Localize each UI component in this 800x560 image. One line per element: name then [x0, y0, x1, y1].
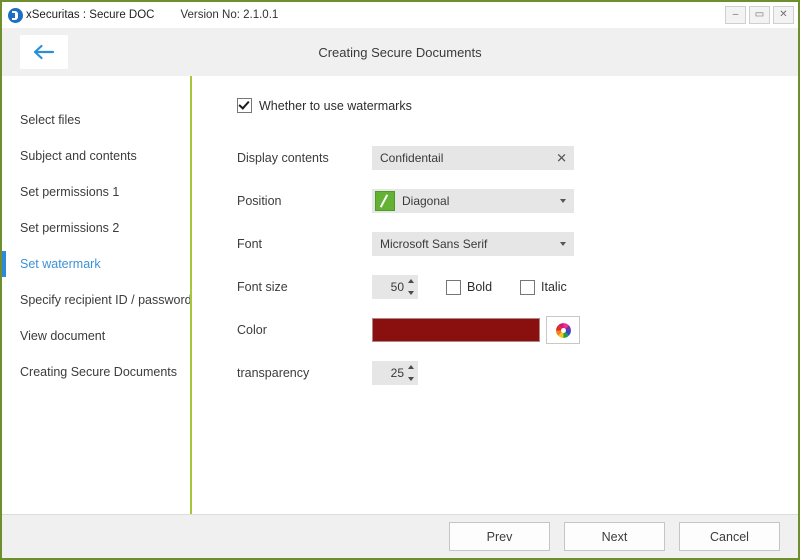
sidebar-item-subject-and-contents[interactable]: Subject and contents: [2, 138, 192, 174]
use-watermark-checkbox[interactable]: [237, 98, 252, 113]
stepper-up-icon[interactable]: [407, 365, 414, 369]
display-contents-row: Display contents Confidentail ✕: [237, 143, 798, 173]
sidebar-nav: Select files Subject and contents Set pe…: [2, 76, 192, 514]
position-control: Diagonal: [372, 189, 574, 213]
use-watermark-label: Whether to use watermarks: [259, 98, 412, 113]
page-header: Creating Secure Documents: [2, 28, 798, 76]
minimize-button[interactable]: –: [725, 6, 746, 24]
stepper-arrows[interactable]: [407, 365, 414, 381]
stepper-down-icon[interactable]: [407, 377, 414, 381]
app-version: Version No: 2.1.0.1: [180, 9, 279, 21]
sidebar-item-view-document[interactable]: View document: [2, 318, 192, 354]
diagonal-line-icon: [375, 191, 395, 211]
display-contents-input[interactable]: Confidentail ✕: [372, 146, 574, 170]
stepper-up-icon[interactable]: [407, 279, 414, 283]
next-button[interactable]: Next: [564, 522, 665, 551]
clear-icon[interactable]: ✕: [556, 152, 567, 165]
color-label: Color: [237, 323, 267, 337]
page-title: Creating Secure Documents: [318, 44, 482, 60]
content-panel: Whether to use watermarks Display conten…: [192, 76, 798, 514]
cancel-button[interactable]: Cancel: [679, 522, 780, 551]
main-body: Select files Subject and contents Set pe…: [2, 76, 798, 514]
font-label: Font: [237, 237, 263, 251]
window-controls: – ▭ ✕: [725, 6, 794, 24]
color-control: [372, 316, 580, 344]
watermark-form: Display contents Confidentail ✕ Position: [237, 143, 798, 388]
transparency-label: transparency: [237, 366, 310, 380]
display-contents-control: Confidentail ✕: [372, 146, 574, 170]
font-size-value: 50: [390, 280, 404, 294]
font-control: Microsoft Sans Serif: [372, 232, 574, 256]
position-dropdown[interactable]: Diagonal: [372, 189, 574, 213]
font-size-label: Font size: [237, 280, 288, 294]
font-value: Microsoft Sans Serif: [380, 237, 488, 251]
sidebar-item-set-permissions-1[interactable]: Set permissions 1: [2, 174, 192, 210]
title-bar: xSecuritas : Secure DOC Version No: 2.1.…: [2, 2, 798, 28]
use-watermark-row[interactable]: Whether to use watermarks: [237, 98, 798, 113]
chevron-down-icon: [560, 199, 566, 203]
italic-label: Italic: [541, 280, 567, 294]
bold-checkbox-row[interactable]: Bold: [446, 279, 493, 295]
color-swatch[interactable]: [372, 318, 540, 342]
app-title: xSecuritas : Secure DOC: [26, 9, 155, 21]
position-label: Position: [237, 194, 282, 208]
font-size-row: Font size 50 Bold Italic: [237, 272, 798, 302]
footer-bar: Prev Next Cancel: [2, 514, 798, 558]
display-contents-value: Confidentail: [380, 151, 444, 165]
transparency-control: 25: [372, 361, 418, 385]
back-button[interactable]: [20, 35, 68, 69]
transparency-row: transparency 25: [237, 358, 798, 388]
bold-checkbox[interactable]: [446, 279, 461, 295]
chevron-down-icon: [560, 242, 566, 246]
close-button[interactable]: ✕: [773, 6, 794, 24]
position-row: Position Diagonal: [237, 186, 798, 216]
transparency-stepper[interactable]: 25: [372, 361, 418, 385]
preview-panel: Preview Confidential: [792, 116, 798, 294]
stepper-arrows[interactable]: [407, 279, 414, 295]
prev-button[interactable]: Prev: [449, 522, 550, 551]
sidebar-item-set-watermark[interactable]: Set watermark: [2, 246, 192, 282]
transparency-value: 25: [390, 366, 404, 380]
sidebar-item-creating-secure-documents[interactable]: Creating Secure Documents: [2, 354, 192, 390]
color-wheel-icon: [555, 322, 571, 338]
bold-label: Bold: [467, 280, 493, 294]
color-row: Color: [237, 315, 798, 345]
sidebar-item-set-permissions-2[interactable]: Set permissions 2: [2, 210, 192, 246]
italic-checkbox-row[interactable]: Italic: [520, 279, 567, 295]
stepper-down-icon[interactable]: [407, 291, 414, 295]
maximize-button[interactable]: ▭: [749, 6, 770, 24]
sidebar-item-specify-recipient[interactable]: Specify recipient ID / password: [2, 282, 192, 318]
back-arrow-icon: [33, 44, 55, 60]
color-picker-button[interactable]: [546, 316, 580, 344]
font-size-control: 50 Bold Italic: [372, 275, 567, 299]
position-value: Diagonal: [402, 194, 450, 208]
font-dropdown[interactable]: Microsoft Sans Serif: [372, 232, 574, 256]
preview-label: Preview: [792, 116, 798, 130]
app-logo-icon: [8, 7, 23, 23]
application-window: xSecuritas : Secure DOC Version No: 2.1.…: [2, 2, 798, 558]
sidebar-item-select-files[interactable]: Select files: [2, 102, 192, 138]
font-size-stepper[interactable]: 50: [372, 275, 418, 299]
display-contents-label: Display contents: [237, 151, 329, 165]
italic-checkbox[interactable]: [520, 279, 536, 295]
font-row: Font Microsoft Sans Serif: [237, 229, 798, 259]
